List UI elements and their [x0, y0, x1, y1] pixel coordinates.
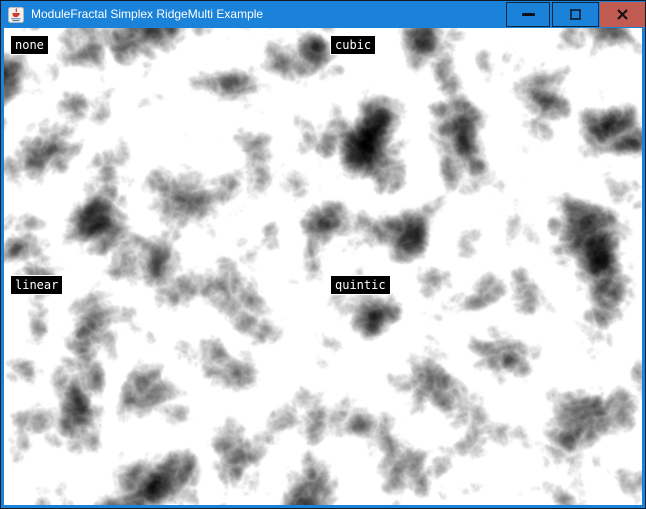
window-title: ModuleFractal Simplex RidgeMulti Example — [31, 7, 263, 21]
java-coffee-cup-icon[interactable] — [8, 7, 24, 23]
titlebar[interactable]: ModuleFractal Simplex RidgeMulti Example — [1, 1, 645, 28]
maximize-icon — [570, 9, 581, 20]
maximize-button[interactable] — [552, 2, 599, 27]
noise-viewport: none cubic linear quintic — [4, 28, 642, 505]
app-window: ModuleFractal Simplex RidgeMulti Example… — [0, 0, 646, 509]
noise-texture-canvas — [4, 28, 642, 505]
interp-label-cubic: cubic — [330, 35, 376, 55]
minimize-icon — [522, 13, 535, 16]
window-controls — [506, 2, 645, 27]
interp-label-quintic: quintic — [330, 275, 391, 295]
interp-label-none: none — [10, 35, 49, 55]
close-button[interactable] — [600, 2, 645, 27]
minimize-button[interactable] — [506, 2, 550, 27]
close-icon — [617, 9, 628, 20]
interp-label-linear: linear — [10, 275, 63, 295]
